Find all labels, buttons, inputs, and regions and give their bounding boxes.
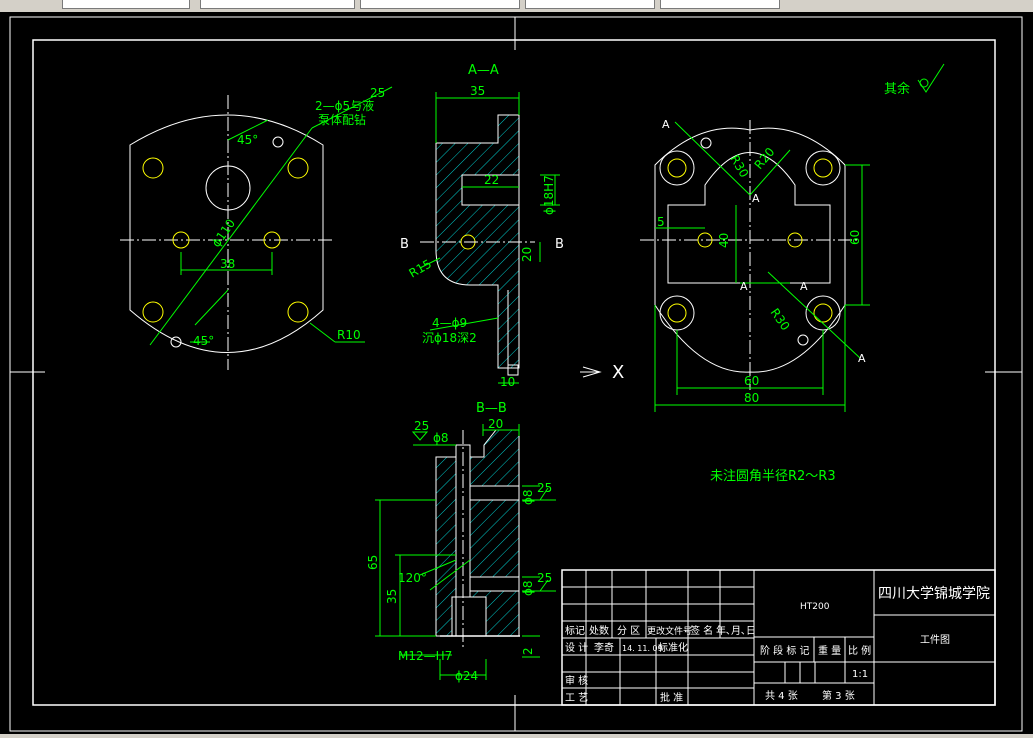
tb-design: 设 计 [565, 641, 588, 654]
tb-weight: 重 量 [818, 644, 841, 657]
layout-tab-5[interactable] [660, 0, 780, 9]
aa-r15: R15 [407, 257, 434, 281]
tb-hdr-zone: 分 区 [617, 625, 640, 637]
fillet-note: 未注圆角半径R2～R3 [710, 469, 836, 484]
right-r30-bottom: R30 [768, 306, 793, 333]
right-view [640, 120, 860, 390]
front-angle-bottom: 45° [193, 334, 214, 348]
right-dim-5: 5 [657, 215, 665, 229]
cut-a-5: A [858, 352, 866, 365]
tb-standard: 标准化 [658, 641, 688, 654]
tb-process: 工 艺 [565, 692, 588, 704]
bb-roughness-3: 25 [537, 571, 552, 585]
tb-drawing-name: 工件图 [920, 634, 950, 646]
tb-sheet-no: 第 3 张 [822, 689, 855, 702]
tb-hdr-count: 处数 [589, 624, 609, 637]
view-x-marker: X [612, 362, 624, 383]
cut-a-3: A [740, 280, 748, 293]
cut-a-1: A [662, 118, 670, 131]
tb-school: 四川大学锦城学院 [878, 585, 990, 602]
aa-leader-holes-2: 沉ϕ18深2 [422, 331, 477, 345]
section-bb-title: B—B [476, 401, 507, 416]
bb-dim-35: 35 [385, 589, 399, 604]
cut-a-2: A [752, 192, 760, 205]
bb-dim-65: 65 [366, 555, 380, 570]
right-dim-40: 40 [717, 233, 731, 248]
bb-phi8-top: ϕ8 [433, 431, 449, 445]
tb-scale-label: 比 例 [848, 644, 871, 657]
front-roughness: 25 [370, 86, 385, 100]
bb-dim-2: 2 [521, 647, 535, 655]
tb-material: HT200 [800, 602, 830, 612]
cut-b-left: B [400, 237, 409, 252]
bb-angle-120: 120° [398, 571, 427, 585]
section-bb [435, 429, 520, 650]
layout-tab-3[interactable] [360, 0, 520, 9]
right-dim-80: 80 [744, 391, 759, 405]
tb-review: 审 核 [565, 674, 588, 687]
tb-design-date: 14. 11. 09 [622, 644, 663, 653]
front-angle-top: 45° [237, 133, 258, 147]
aa-dim-18h7: ϕ18H7 [542, 175, 556, 215]
tb-scale: 1:1 [852, 669, 868, 680]
tb-hdr-change: 更改文件号 [647, 625, 692, 637]
bb-phi8-low: ϕ8 [521, 580, 535, 596]
tb-designer: 李奇 [594, 641, 614, 654]
tb-approve: 批 准 [660, 691, 683, 704]
aa-dim-35: 35 [470, 84, 485, 98]
front-leader-holes: 2—ϕ5与液 [315, 98, 374, 113]
aa-dim-22: 22 [484, 173, 499, 187]
surface-finish-note: 其余 [884, 81, 910, 97]
drawing-canvas[interactable]: 2—ϕ5与液 泵体配钻 25 45° 45° ϕ110 38 R10 A—A 3… [0, 12, 1033, 734]
cut-b-right: B [555, 237, 564, 252]
right-dim-60-v: 60 [848, 230, 862, 245]
front-leader-holes-2: 泵体配钻 [318, 112, 366, 127]
status-bar [0, 734, 1033, 738]
tb-hdr-sign: 签 名 [690, 624, 713, 637]
bb-phi24: ϕ24 [455, 669, 478, 683]
bb-phi8-mid: ϕ8 [521, 489, 535, 505]
front-r10: R10 [337, 328, 361, 342]
tb-hdr-mark: 标记 [565, 625, 585, 637]
aa-dim-10: 10 [500, 375, 515, 389]
bb-roughness-1: 25 [414, 419, 429, 433]
right-dim-60: 60 [744, 374, 759, 388]
bb-roughness-2: 25 [537, 481, 552, 495]
cad-drawing: 2—ϕ5与液 泵体配钻 25 45° 45° ϕ110 38 R10 A—A 3… [9, 16, 1023, 732]
layout-tab-4[interactable] [525, 0, 655, 9]
section-aa-title: A—A [468, 63, 499, 78]
front-dim-38: 38 [220, 257, 235, 271]
bb-dim-20: 20 [488, 417, 503, 431]
cut-a-4: A [800, 280, 808, 293]
bb-thread: M12—H7 [398, 649, 452, 663]
layout-tab-2[interactable] [200, 0, 355, 9]
tb-stage-mark: 阶 段 标 记 [760, 644, 810, 657]
tb-hdr-date: 年､月､日 [716, 624, 756, 637]
aa-dim-20: 20 [520, 247, 534, 262]
layout-tab-1[interactable] [62, 0, 190, 9]
aa-leader-holes: 4—ϕ9 [432, 316, 467, 330]
tb-total-sheets: 共 4 张 [765, 690, 798, 702]
